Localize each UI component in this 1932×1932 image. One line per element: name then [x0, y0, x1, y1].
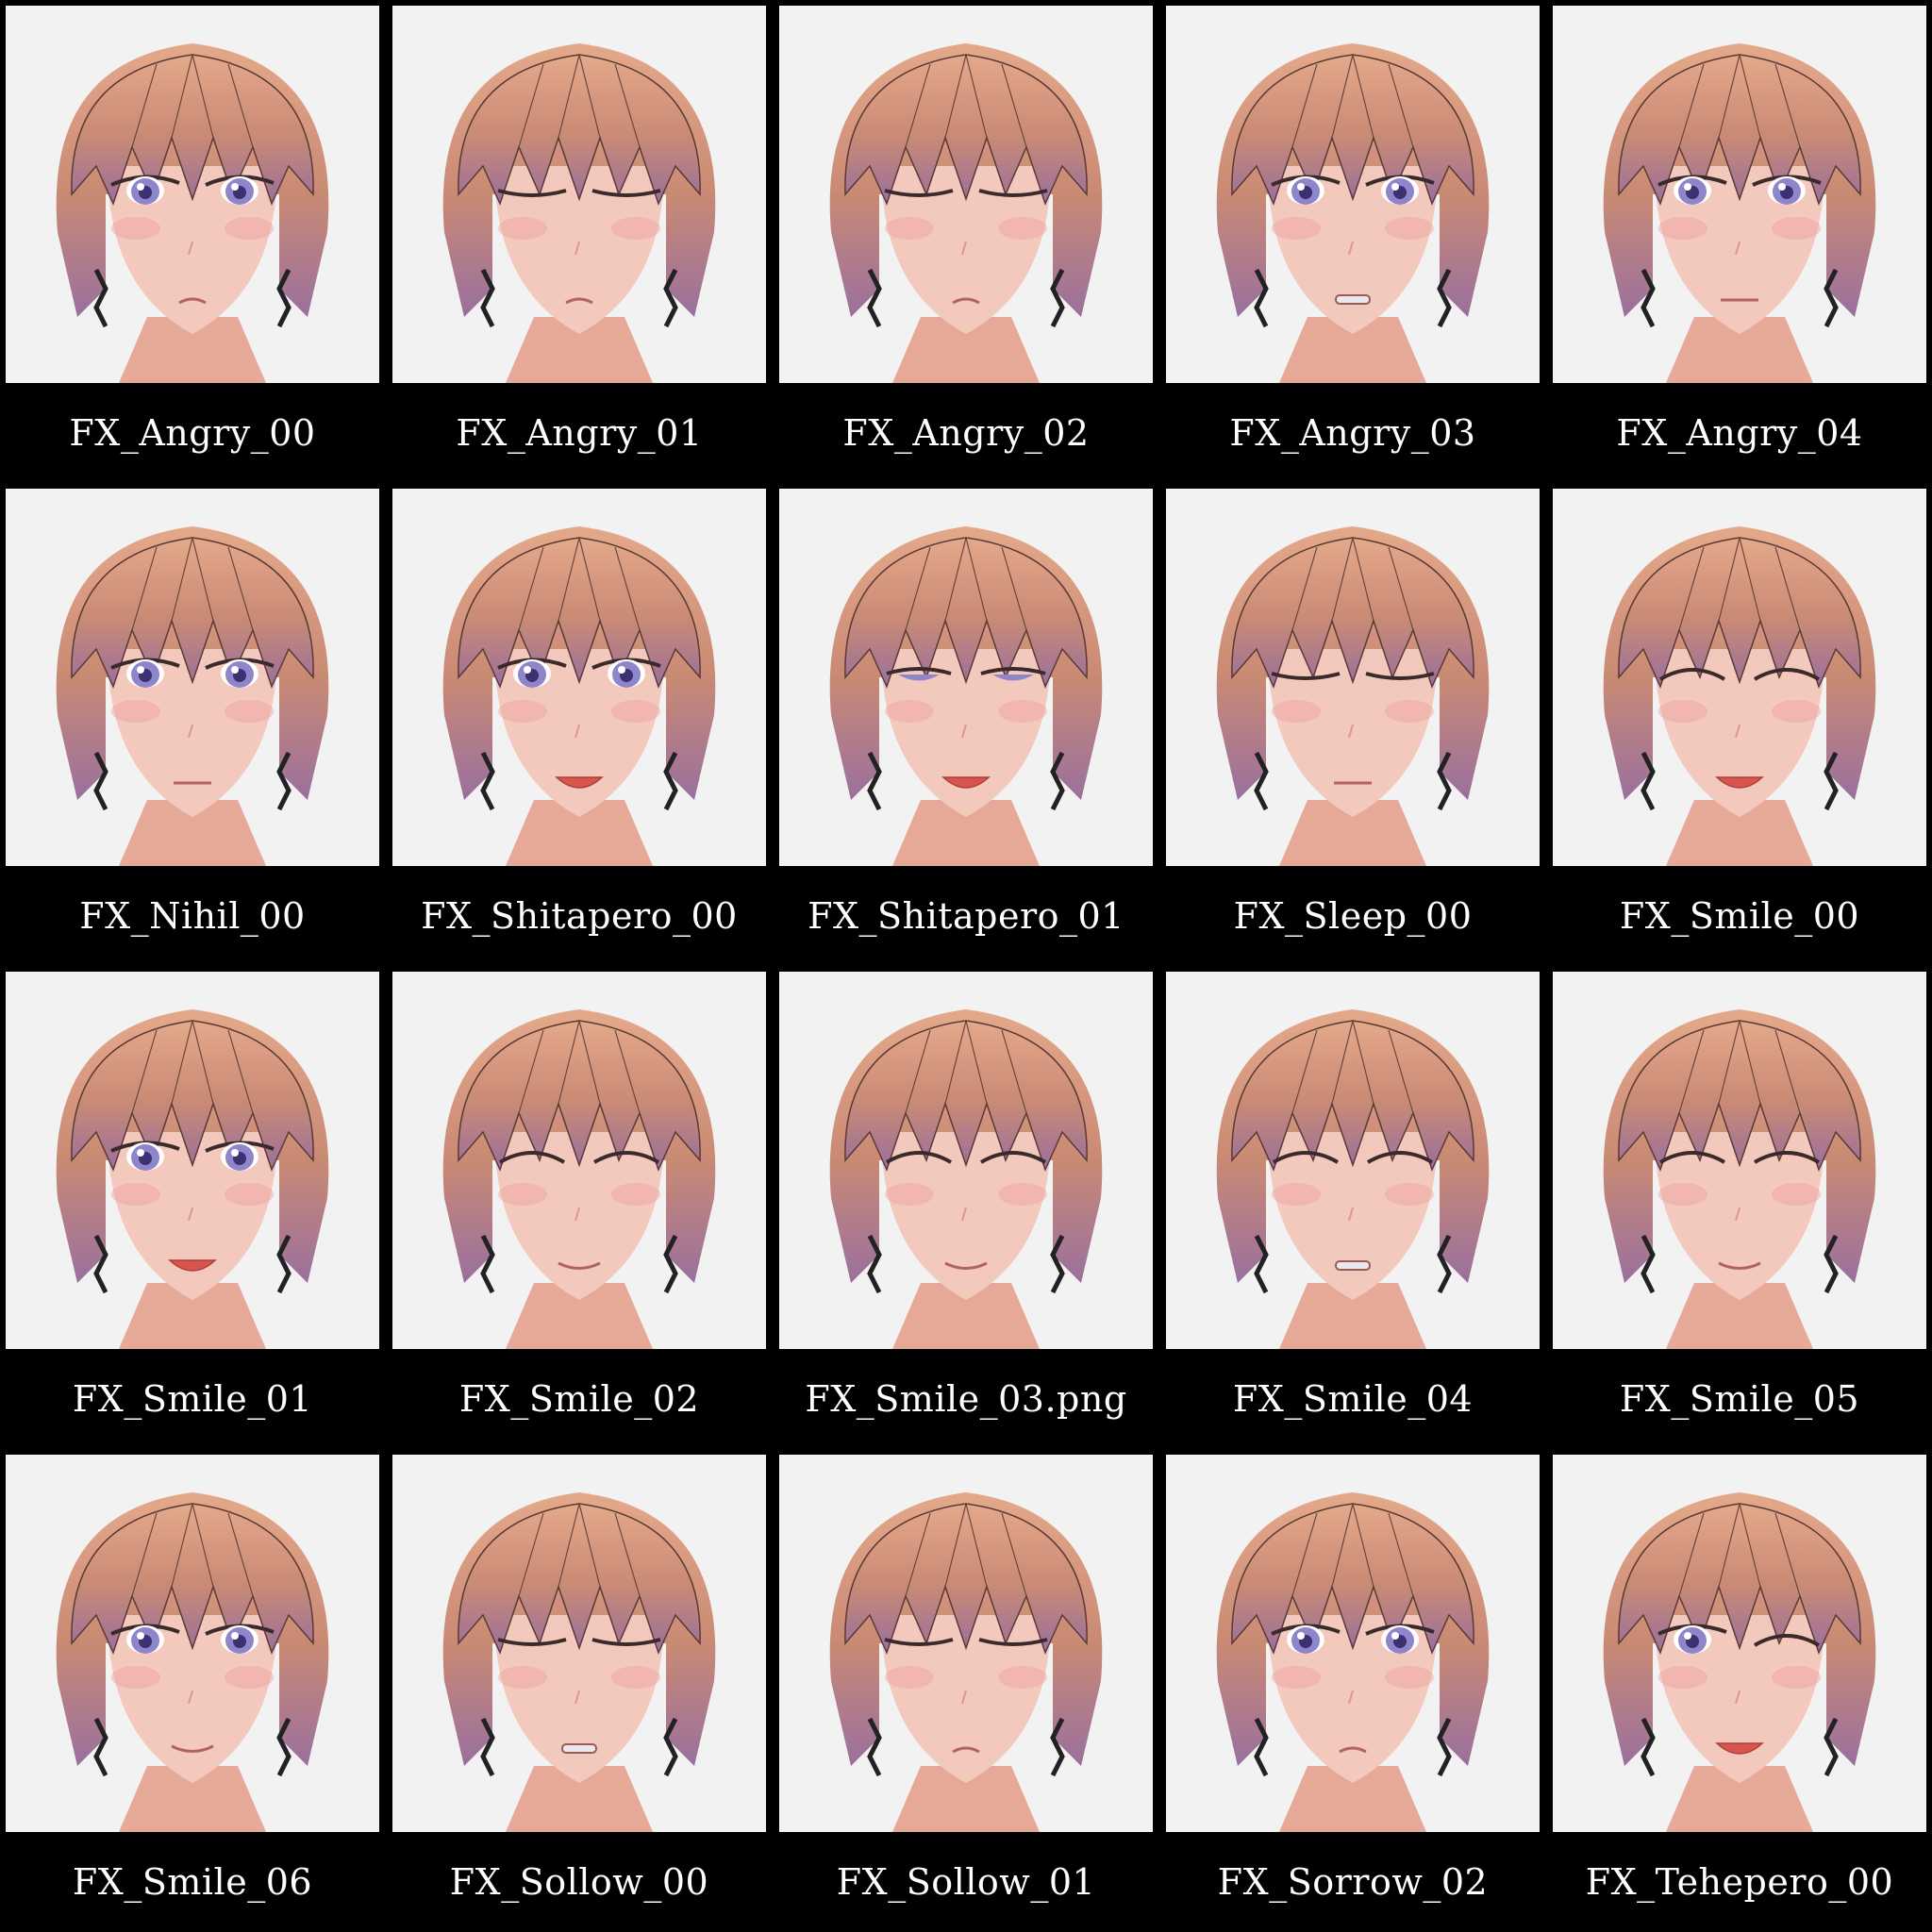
expression-label: FX_Shitapero_01 — [808, 895, 1124, 937]
expression-tile: FX_Angry_00 — [0, 0, 385, 481]
expression-tile: FX_Angry_04 — [1547, 0, 1932, 481]
expression-label: FX_Sollow_01 — [836, 1861, 1096, 1903]
expression-tile: FX_Tehepero_00 — [1547, 1449, 1932, 1930]
expression-label: FX_Nihil_00 — [79, 895, 306, 937]
face-thumbnail — [1553, 489, 1926, 866]
expression-tile: FX_Smile_02 — [387, 966, 772, 1447]
face-thumbnail — [1166, 1455, 1540, 1832]
expression-label: FX_Smile_03.png — [805, 1378, 1127, 1420]
expression-label: FX_Angry_01 — [456, 412, 703, 454]
expression-label: FX_Tehepero_00 — [1585, 1861, 1894, 1903]
face-thumbnail — [779, 489, 1153, 866]
expression-tile: FX_Smile_00 — [1547, 483, 1932, 964]
expression-tile: FX_Sleep_00 — [1160, 483, 1545, 964]
face-thumbnail — [1553, 1455, 1926, 1832]
expression-tile: FX_Smile_01 — [0, 966, 385, 1447]
expression-tile: FX_Nihil_00 — [0, 483, 385, 964]
face-thumbnail — [779, 972, 1153, 1349]
face-thumbnail — [1553, 972, 1926, 1349]
face-thumbnail — [392, 489, 766, 866]
expression-tile: FX_Smile_04 — [1160, 966, 1545, 1447]
expression-tile: FX_Smile_03.png — [774, 966, 1158, 1447]
expression-label: FX_Angry_00 — [69, 412, 316, 454]
face-thumbnail — [779, 6, 1153, 383]
expression-tile: FX_Angry_03 — [1160, 0, 1545, 481]
expression-tile: FX_Smile_05 — [1547, 966, 1932, 1447]
expression-tile: FX_Sorrow_02 — [1160, 1449, 1545, 1930]
expression-label: FX_Sollow_00 — [449, 1861, 709, 1903]
expression-tile: FX_Shitapero_00 — [387, 483, 772, 964]
expression-label: FX_Smile_06 — [72, 1861, 313, 1903]
face-thumbnail — [1166, 6, 1540, 383]
expression-label: FX_Smile_02 — [458, 1378, 700, 1420]
face-thumbnail — [1166, 972, 1540, 1349]
face-thumbnail — [6, 6, 379, 383]
face-thumbnail — [1166, 489, 1540, 866]
expression-grid: FX_Angry_00 FX_Angry_01 FX_Angry_02 FX_A… — [0, 0, 1932, 1932]
face-thumbnail — [392, 972, 766, 1349]
expression-tile: FX_Angry_01 — [387, 0, 772, 481]
expression-label: FX_Angry_04 — [1616, 412, 1863, 454]
face-thumbnail — [1553, 6, 1926, 383]
expression-label: FX_Sorrow_02 — [1217, 1861, 1489, 1903]
expression-tile: FX_Sollow_01 — [774, 1449, 1158, 1930]
face-thumbnail — [6, 489, 379, 866]
expression-label: FX_Smile_01 — [72, 1378, 313, 1420]
expression-label: FX_Sleep_00 — [1233, 895, 1473, 937]
expression-label: FX_Angry_03 — [1229, 412, 1476, 454]
face-thumbnail — [392, 6, 766, 383]
expression-tile: FX_Sollow_00 — [387, 1449, 772, 1930]
face-thumbnail — [392, 1455, 766, 1832]
expression-tile: FX_Shitapero_01 — [774, 483, 1158, 964]
expression-tile: FX_Angry_02 — [774, 0, 1158, 481]
expression-label: FX_Smile_04 — [1232, 1378, 1474, 1420]
expression-label: FX_Shitapero_00 — [421, 895, 738, 937]
face-thumbnail — [6, 972, 379, 1349]
expression-tile: FX_Smile_06 — [0, 1449, 385, 1930]
expression-label: FX_Smile_00 — [1619, 895, 1860, 937]
face-thumbnail — [779, 1455, 1153, 1832]
expression-label: FX_Angry_02 — [842, 412, 1090, 454]
expression-label: FX_Smile_05 — [1619, 1378, 1860, 1420]
face-thumbnail — [6, 1455, 379, 1832]
